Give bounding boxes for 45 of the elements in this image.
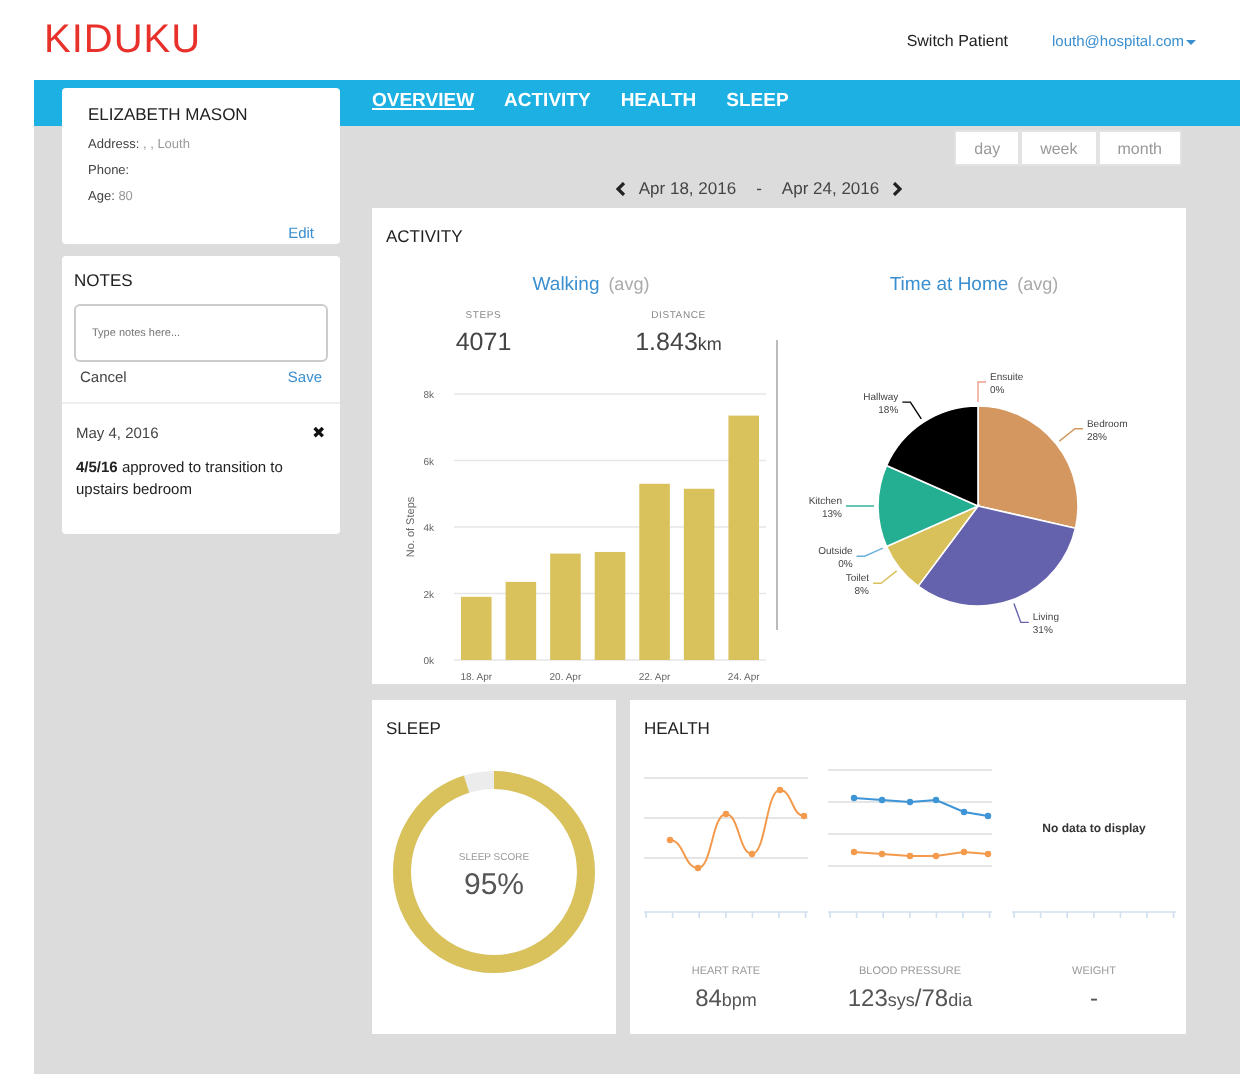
patient-name: ELIZABETH MASON (88, 102, 250, 128)
activity-title: ACTIVITY (386, 224, 465, 250)
walking-qualifier: (avg) (608, 273, 650, 294)
stat-value: 1.843km (633, 326, 724, 361)
range-option[interactable]: day (954, 130, 1021, 166)
sleep-title: SLEEP (386, 716, 443, 742)
leader-line (977, 380, 987, 403)
metric-value: 84bpm (693, 982, 759, 1016)
walking-title: Walking (532, 273, 600, 296)
bar (461, 596, 492, 660)
time-at-home-qualifier: (avg) (1017, 273, 1059, 294)
heart-rate-line (666, 786, 808, 871)
diastolic-line (850, 848, 992, 859)
leader-line (901, 400, 922, 420)
leader-line (1013, 602, 1030, 623)
systolic-line (850, 794, 992, 819)
switch-patient-link[interactable]: Switch Patient (906, 30, 1009, 54)
caret-icon[interactable] (1186, 38, 1196, 46)
stat-value: 4071 (453, 326, 514, 361)
metric-value: - (1088, 982, 1100, 1016)
range-option[interactable]: week (1020, 130, 1098, 166)
metric-value: 123sys/78dia (845, 982, 975, 1016)
next-icon[interactable] (891, 181, 902, 195)
logo[interactable]: KIDUKU (44, 10, 202, 70)
bar (505, 581, 537, 660)
time-at-home-title: Time at Home (889, 273, 1009, 296)
bar (594, 551, 626, 660)
nav-tab[interactable]: SLEEP (726, 88, 789, 118)
bar (550, 553, 581, 660)
previous-icon[interactable] (616, 181, 627, 195)
leader-line (872, 569, 898, 584)
range-end: Apr 24, 2016 (781, 175, 880, 201)
nav-tab[interactable]: ACTIVITY (504, 88, 591, 118)
range-option[interactable]: month (1097, 130, 1182, 166)
range-start: Apr 18, 2016 (638, 175, 737, 201)
range-separator: - (756, 175, 762, 201)
delete-button[interactable]: ✖ (312, 421, 326, 445)
sleep-score-value: 95% (463, 867, 525, 902)
nav-tab[interactable]: HEALTH (620, 88, 697, 118)
leader-line (1058, 427, 1084, 442)
notes-title: NOTES (74, 268, 135, 294)
leader-line (855, 546, 884, 557)
health-title: HEALTH (644, 716, 712, 742)
leader-line (845, 504, 875, 507)
nav-tab[interactable]: OVERVIEW (372, 88, 475, 118)
